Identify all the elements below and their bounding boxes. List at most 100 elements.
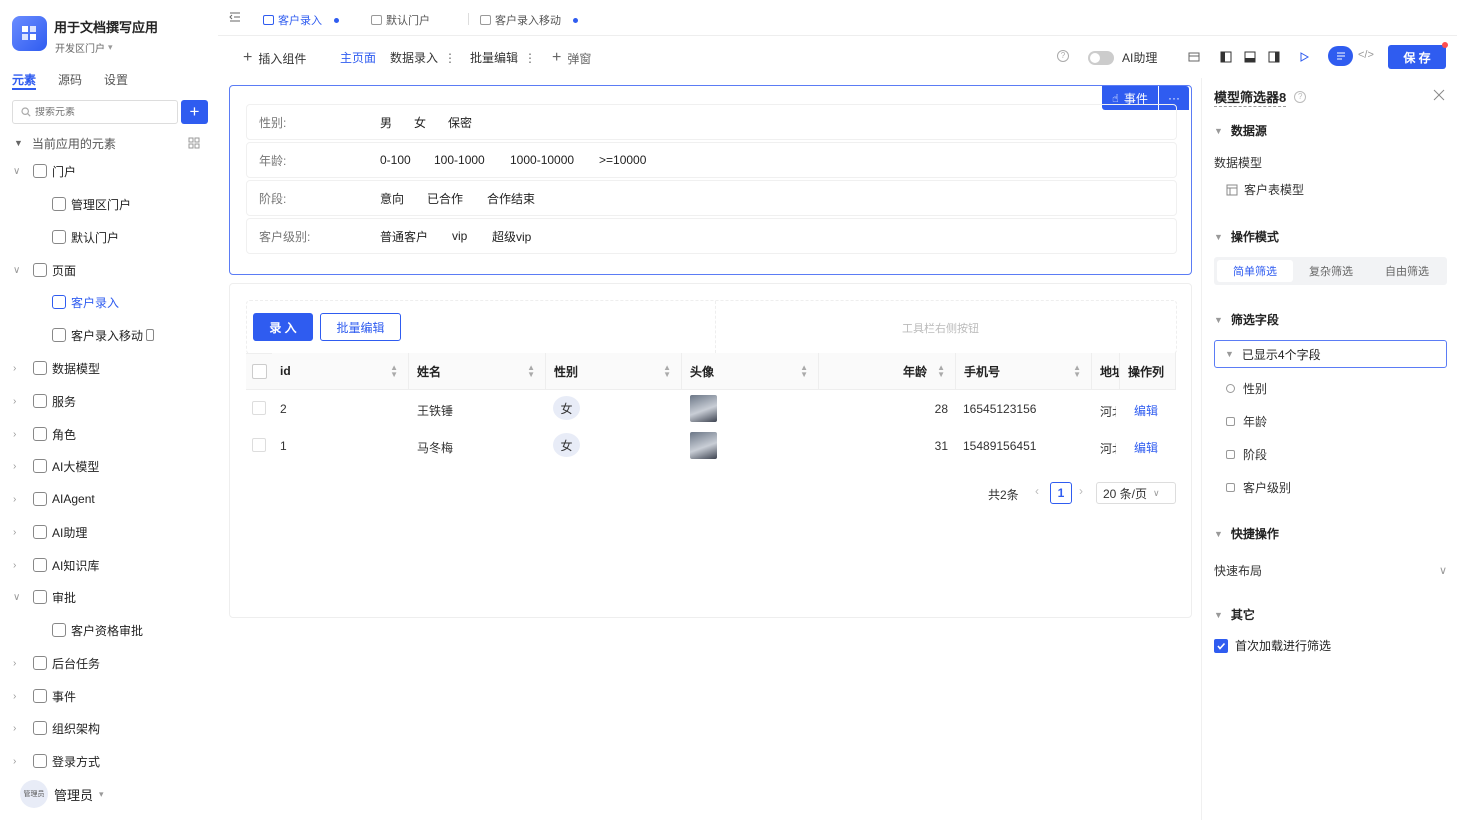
field-item[interactable]: 阶段: [1226, 446, 1267, 463]
portal-switcher[interactable]: 开发区门户 ▾: [55, 40, 113, 55]
sort-icon[interactable]: ▲ ▼: [800, 364, 808, 379]
row-checkbox[interactable]: [252, 438, 266, 452]
tree-item[interactable]: › 角色: [0, 421, 218, 447]
right-panel-icon[interactable]: [1268, 51, 1280, 63]
tree-header[interactable]: ▼ 当前应用的元素: [14, 134, 208, 152]
page-tab[interactable]: 客户录入: [263, 12, 339, 28]
filter-option[interactable]: 普通客户: [380, 228, 428, 245]
preview-layout-icon[interactable]: [1188, 51, 1200, 63]
entry-button[interactable]: 录 入: [253, 313, 313, 341]
add-element-button[interactable]: +: [181, 100, 208, 124]
tree-item[interactable]: › AI助理: [0, 519, 218, 545]
column-header[interactable]: 性别 ▲ ▼: [546, 353, 682, 389]
prev-page-icon[interactable]: ‹: [1035, 484, 1039, 498]
tab-settings[interactable]: 设置: [104, 71, 128, 88]
section-fields[interactable]: ▼ 筛选字段: [1214, 311, 1279, 328]
field-item[interactable]: 年龄: [1226, 413, 1267, 430]
close-icon[interactable]: [1433, 89, 1445, 101]
collapse-sidebar-icon[interactable]: [229, 11, 241, 23]
next-page-icon[interactable]: ›: [1079, 484, 1083, 498]
tree-item[interactable]: › 登录方式: [0, 748, 218, 774]
filter-option[interactable]: >=10000: [599, 153, 646, 167]
tree-item[interactable]: › AI大模型: [0, 453, 218, 479]
tree-item[interactable]: › 组织架构: [0, 715, 218, 741]
filter-option[interactable]: 0-100: [380, 153, 411, 167]
filter-option[interactable]: 已合作: [427, 190, 463, 207]
section-datasource[interactable]: ▼ 数据源: [1214, 122, 1267, 139]
chevron-right-icon[interactable]: ›: [13, 756, 23, 767]
section-mode[interactable]: ▼ 操作模式: [1214, 228, 1279, 245]
sort-icon[interactable]: ▲ ▼: [1073, 364, 1081, 379]
mode-free[interactable]: 自由筛选: [1369, 260, 1445, 282]
page-size-select[interactable]: 20 条/页 ∨: [1096, 482, 1176, 504]
chevron-right-icon[interactable]: ›: [13, 429, 23, 440]
chevron-down-icon[interactable]: ∨: [13, 166, 23, 177]
page-number[interactable]: 1: [1050, 482, 1072, 504]
filter-option[interactable]: 超级vip: [492, 228, 531, 245]
tree-item[interactable]: 默认门户: [0, 224, 218, 250]
sort-icon[interactable]: ▲ ▼: [937, 364, 945, 379]
chevron-right-icon[interactable]: ›: [13, 723, 23, 734]
sort-icon[interactable]: ▲ ▼: [390, 364, 398, 379]
column-header[interactable]: 操作列: [1120, 353, 1176, 389]
first-load-filter-checkbox[interactable]: 首次加载进行筛选: [1214, 637, 1331, 654]
chevron-right-icon[interactable]: ›: [13, 396, 23, 407]
column-header[interactable]: 手机号 ▲ ▼: [956, 353, 1092, 389]
tree-item[interactable]: ∨ 门户: [0, 158, 218, 184]
search-input[interactable]: [35, 106, 165, 118]
tree-item[interactable]: › AI知识库: [0, 552, 218, 578]
section-quick[interactable]: ▼ 快捷操作: [1214, 525, 1279, 542]
batch-edit-menu[interactable]: 批量编辑 ⋮: [470, 49, 536, 66]
column-header[interactable]: 头像 ▲ ▼: [682, 353, 819, 389]
row-checkbox[interactable]: [252, 401, 266, 415]
popup-add-button[interactable]: + 弹窗: [552, 49, 591, 67]
layout-icon[interactable]: [188, 137, 200, 149]
filter-option[interactable]: 100-1000: [434, 153, 485, 167]
bottom-panel-icon[interactable]: [1244, 51, 1256, 63]
batch-edit-button[interactable]: 批量编辑: [320, 313, 401, 341]
tree-item[interactable]: ∨ 审批: [0, 584, 218, 610]
edit-link[interactable]: 编辑: [1134, 439, 1158, 456]
play-icon[interactable]: [1298, 51, 1310, 63]
save-button[interactable]: 保 存: [1388, 45, 1446, 69]
fields-summary[interactable]: ▼ 已显示4个字段: [1214, 340, 1447, 368]
page-tab[interactable]: 客户录入移动: [480, 12, 578, 28]
column-header[interactable]: id ▲ ▼: [272, 353, 409, 389]
user-menu[interactable]: 管理员 管理员 ▾: [20, 780, 104, 808]
tree-item[interactable]: ∨ 页面: [0, 257, 218, 283]
mode-simple[interactable]: 简单筛选: [1217, 260, 1293, 282]
insert-component-button[interactable]: + 插入组件: [243, 49, 306, 67]
design-mode-toggle[interactable]: [1328, 46, 1353, 66]
filter-option[interactable]: vip: [452, 229, 467, 243]
chevron-right-icon[interactable]: ›: [13, 363, 23, 374]
select-all-checkbox[interactable]: [252, 364, 267, 379]
quick-layout-row[interactable]: 快速布局 ∨: [1214, 562, 1447, 579]
tree-item[interactable]: › 事件: [0, 683, 218, 709]
main-page-tab[interactable]: 主页面: [340, 49, 376, 66]
ai-assistant-toggle[interactable]: [1088, 51, 1114, 65]
filter-option[interactable]: 合作结束: [487, 190, 535, 207]
chevron-down-icon[interactable]: ∨: [13, 265, 23, 276]
column-header[interactable]: 姓名 ▲ ▼: [409, 353, 546, 389]
edit-link[interactable]: 编辑: [1134, 402, 1158, 419]
help-icon[interactable]: ?: [1294, 91, 1307, 103]
field-item[interactable]: 客户级别: [1226, 479, 1291, 496]
tab-elements[interactable]: 元素: [12, 71, 36, 88]
help-icon[interactable]: ?: [1057, 50, 1069, 62]
code-icon[interactable]: </>: [1358, 49, 1374, 61]
chevron-right-icon[interactable]: ›: [13, 691, 23, 702]
column-header[interactable]: 地址: [1092, 353, 1120, 389]
tree-item[interactable]: 客户录入: [0, 289, 218, 315]
sort-icon[interactable]: ▲ ▼: [527, 364, 535, 379]
column-header[interactable]: 年龄 ▲ ▼: [819, 353, 956, 389]
section-other[interactable]: ▼ 其它: [1214, 606, 1255, 623]
filter-option[interactable]: 1000-10000: [510, 153, 574, 167]
model-filter-component[interactable]: ☝ 事件 ··· 性别: 男女保密 年龄: 0-100 100-1000 1000-100…: [229, 85, 1192, 275]
tree-item[interactable]: 管理区门户: [0, 191, 218, 217]
filter-option[interactable]: 男: [380, 114, 392, 131]
tree-item[interactable]: 客户资格审批: [0, 617, 218, 643]
tree-item[interactable]: › 后台任务: [0, 650, 218, 676]
filter-option[interactable]: 女: [414, 114, 426, 131]
search-box[interactable]: [12, 100, 178, 124]
tree-item[interactable]: › 数据模型: [0, 355, 218, 381]
